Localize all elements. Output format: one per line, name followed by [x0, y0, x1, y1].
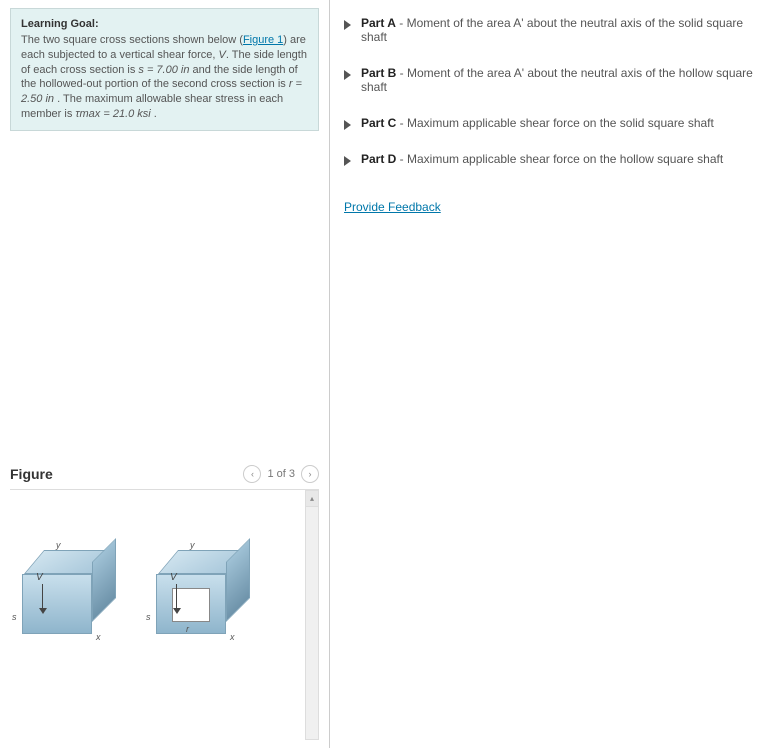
- part-d-row[interactable]: Part D - Maximum applicable shear force …: [344, 146, 769, 182]
- expand-icon: [344, 120, 351, 130]
- figure-scrollbar[interactable]: ▴: [305, 490, 319, 740]
- part-c-desc: - Maximum applicable shear force on the …: [396, 116, 714, 130]
- expand-icon: [344, 70, 351, 80]
- part-a-label: Part A: [361, 16, 396, 30]
- figure-link[interactable]: Figure 1: [243, 34, 283, 46]
- learning-goal-box: Learning Goal: The two square cross sect…: [10, 8, 319, 131]
- axis-x-label-2: x: [230, 632, 235, 642]
- scroll-up-icon[interactable]: ▴: [306, 491, 318, 507]
- dim-s-label-2: s: [146, 612, 151, 622]
- goal-var-s: s = 7.00 in: [138, 64, 189, 76]
- goal-text-1: The two square cross sections shown belo…: [21, 34, 243, 46]
- force-arrow-head: [39, 608, 47, 614]
- part-a-row[interactable]: Part A - Moment of the area A' about the…: [344, 10, 769, 60]
- figure-next-button[interactable]: ›: [301, 465, 319, 483]
- goal-var-tau: τmax = 21.0 ksi: [75, 108, 150, 120]
- force-arrow-line-2: [176, 584, 177, 610]
- figure-header: Figure ‹ 1 of 3 ›: [10, 459, 319, 490]
- part-d-desc: - Maximum applicable shear force on the …: [396, 152, 723, 166]
- part-c-label: Part C: [361, 116, 396, 130]
- axis-y-label-2: y: [190, 540, 195, 550]
- part-b-desc: - Moment of the area A' about the neutra…: [361, 66, 753, 94]
- figure-prev-button[interactable]: ‹: [243, 465, 261, 483]
- expand-icon: [344, 156, 351, 166]
- part-a-desc: - Moment of the area A' about the neutra…: [361, 16, 743, 44]
- figure-body: y x s V y x: [10, 490, 319, 740]
- goal-text-6: .: [151, 108, 157, 120]
- goal-var-V: V: [219, 49, 226, 61]
- axis-x-label: x: [96, 632, 101, 642]
- force-v-label-2: V: [170, 572, 177, 583]
- dim-s-label: s: [12, 612, 17, 622]
- figure-pager: ‹ 1 of 3 ›: [243, 465, 319, 483]
- solid-cube-diagram: y x s V: [16, 540, 126, 650]
- force-arrow-head-2: [173, 608, 181, 614]
- figure-title: Figure: [10, 466, 53, 482]
- figure-pager-text: 1 of 3: [267, 468, 295, 480]
- part-d-label: Part D: [361, 152, 396, 166]
- force-v-label: V: [36, 572, 43, 583]
- force-arrow-line: [42, 584, 43, 610]
- learning-goal-heading: Learning Goal:: [21, 17, 308, 32]
- part-b-row[interactable]: Part B - Moment of the area A' about the…: [344, 60, 769, 110]
- part-c-row[interactable]: Part C - Maximum applicable shear force …: [344, 110, 769, 146]
- scroll-track[interactable]: [306, 507, 318, 739]
- provide-feedback-link[interactable]: Provide Feedback: [344, 200, 441, 214]
- part-b-label: Part B: [361, 66, 396, 80]
- dim-r-label: r: [186, 624, 189, 634]
- hollow-cube-diagram: y x s r V: [150, 540, 260, 650]
- expand-icon: [344, 20, 351, 30]
- axis-y-label: y: [56, 540, 61, 550]
